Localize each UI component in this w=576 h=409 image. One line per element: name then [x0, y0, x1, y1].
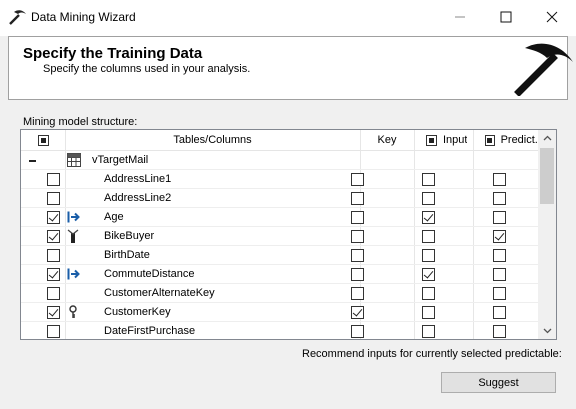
input-checkbox[interactable]	[422, 211, 435, 224]
page-title: Specify the Training Data	[23, 45, 203, 62]
page-subtitle: Specify the columns used in your analysi…	[43, 63, 251, 75]
input-all-checkbox[interactable]	[426, 134, 437, 146]
minimize-button[interactable]	[437, 0, 483, 34]
column-select-checkbox[interactable]	[47, 287, 60, 300]
recommend-label: Recommend inputs for currently selected …	[302, 348, 562, 360]
maximize-button[interactable]	[483, 0, 529, 34]
predict-checkbox[interactable]	[493, 249, 506, 262]
column-name: DateFirstPurchase	[104, 325, 196, 337]
collapse-icon[interactable]	[29, 160, 36, 162]
input-checkbox[interactable]	[422, 325, 435, 338]
mining-structure-grid[interactable]: Tables/Columns Key Input Predict... vTar…	[20, 129, 557, 340]
predict-checkbox[interactable]	[493, 306, 506, 319]
column-select-checkbox[interactable]	[47, 268, 60, 281]
column-name: CommuteDistance	[104, 268, 195, 280]
key-checkbox[interactable]	[351, 173, 364, 186]
grid-header: Tables/Columns Key Input Predict...	[21, 130, 538, 151]
input-checkbox[interactable]	[422, 306, 435, 319]
window-title: Data Mining Wizard	[31, 10, 136, 24]
key-header[interactable]: Key	[360, 130, 414, 150]
predict-checkbox[interactable]	[493, 287, 506, 300]
column-row[interactable]: CustomerKey	[21, 303, 538, 322]
column-select-checkbox[interactable]	[47, 249, 60, 262]
minimize-icon	[455, 16, 465, 18]
predict-checkbox[interactable]	[493, 325, 506, 338]
pickaxe-icon	[9, 10, 26, 25]
predict-checkbox[interactable]	[493, 211, 506, 224]
chevron-down-icon	[543, 328, 551, 334]
close-icon	[546, 11, 558, 23]
input-checkbox[interactable]	[422, 268, 435, 281]
table-name: vTargetMail	[92, 154, 149, 166]
input-checkbox[interactable]	[422, 249, 435, 262]
column-row[interactable]: DateFirstPurchase	[21, 322, 538, 339]
input-arrow-icon	[67, 267, 81, 281]
key-checkbox[interactable]	[351, 249, 364, 262]
title-bar: Data Mining Wizard	[0, 0, 576, 36]
column-row[interactable]: Age	[21, 208, 538, 227]
column-select-checkbox[interactable]	[47, 211, 60, 224]
key-checkbox[interactable]	[351, 192, 364, 205]
input-header-label: Input	[443, 134, 468, 146]
predict-checkbox[interactable]	[493, 173, 506, 186]
structure-label: Mining model structure:	[23, 116, 138, 128]
column-row[interactable]: BirthDate	[21, 246, 538, 265]
vertical-scrollbar[interactable]	[538, 130, 556, 339]
key-checkbox[interactable]	[351, 306, 364, 319]
column-name: CustomerAlternateKey	[104, 287, 215, 299]
predict-header-label: Predict...	[500, 134, 537, 146]
key-checkbox[interactable]	[351, 211, 364, 224]
table-icon	[67, 153, 81, 167]
key-checkbox[interactable]	[351, 230, 364, 243]
column-name: BirthDate	[104, 249, 150, 261]
predict-icon	[67, 229, 81, 243]
table-row[interactable]: vTargetMail	[21, 151, 538, 170]
column-row[interactable]: BikeBuyer	[21, 227, 538, 246]
input-header[interactable]: Input	[414, 130, 473, 150]
scroll-up-button[interactable]	[538, 130, 556, 146]
input-checkbox[interactable]	[422, 287, 435, 300]
column-row[interactable]: AddressLine1	[21, 170, 538, 189]
suggest-button[interactable]: Suggest	[441, 372, 556, 393]
tables-columns-header[interactable]: Tables/Columns	[65, 130, 360, 150]
column-select-checkbox[interactable]	[47, 173, 60, 186]
column-name: Age	[104, 211, 124, 223]
column-row[interactable]: CommuteDistance	[21, 265, 538, 284]
key-icon	[67, 305, 81, 319]
column-select-checkbox[interactable]	[47, 306, 60, 319]
chevron-up-icon	[543, 135, 551, 141]
key-checkbox[interactable]	[351, 268, 364, 281]
column-select-checkbox[interactable]	[47, 325, 60, 338]
column-name: AddressLine1	[104, 173, 172, 185]
input-checkbox[interactable]	[422, 173, 435, 186]
column-row[interactable]: AddressLine2	[21, 189, 538, 208]
input-arrow-icon	[67, 210, 81, 224]
column-name: AddressLine2	[104, 192, 172, 204]
select-all-header[interactable]	[21, 130, 65, 150]
predict-checkbox[interactable]	[493, 230, 506, 243]
predict-header[interactable]: Predict...	[473, 130, 537, 150]
maximize-icon	[500, 11, 512, 23]
column-select-checkbox[interactable]	[47, 230, 60, 243]
key-checkbox[interactable]	[351, 325, 364, 338]
column-name: BikeBuyer	[104, 230, 155, 242]
column-name: CustomerKey	[104, 306, 171, 318]
column-select-checkbox[interactable]	[47, 192, 60, 205]
predict-checkbox[interactable]	[493, 268, 506, 281]
input-checkbox[interactable]	[422, 192, 435, 205]
input-checkbox[interactable]	[422, 230, 435, 243]
close-button[interactable]	[529, 0, 575, 34]
scroll-down-button[interactable]	[538, 323, 556, 339]
scroll-thumb[interactable]	[540, 148, 554, 204]
select-all-checkbox[interactable]	[37, 134, 49, 146]
key-checkbox[interactable]	[351, 287, 364, 300]
predict-all-checkbox[interactable]	[485, 134, 495, 146]
column-row[interactable]: CustomerAlternateKey	[21, 284, 538, 303]
predict-checkbox[interactable]	[493, 192, 506, 205]
wizard-header: Specify the Training Data Specify the co…	[8, 36, 573, 100]
pickaxe-logo-icon	[514, 43, 573, 96]
